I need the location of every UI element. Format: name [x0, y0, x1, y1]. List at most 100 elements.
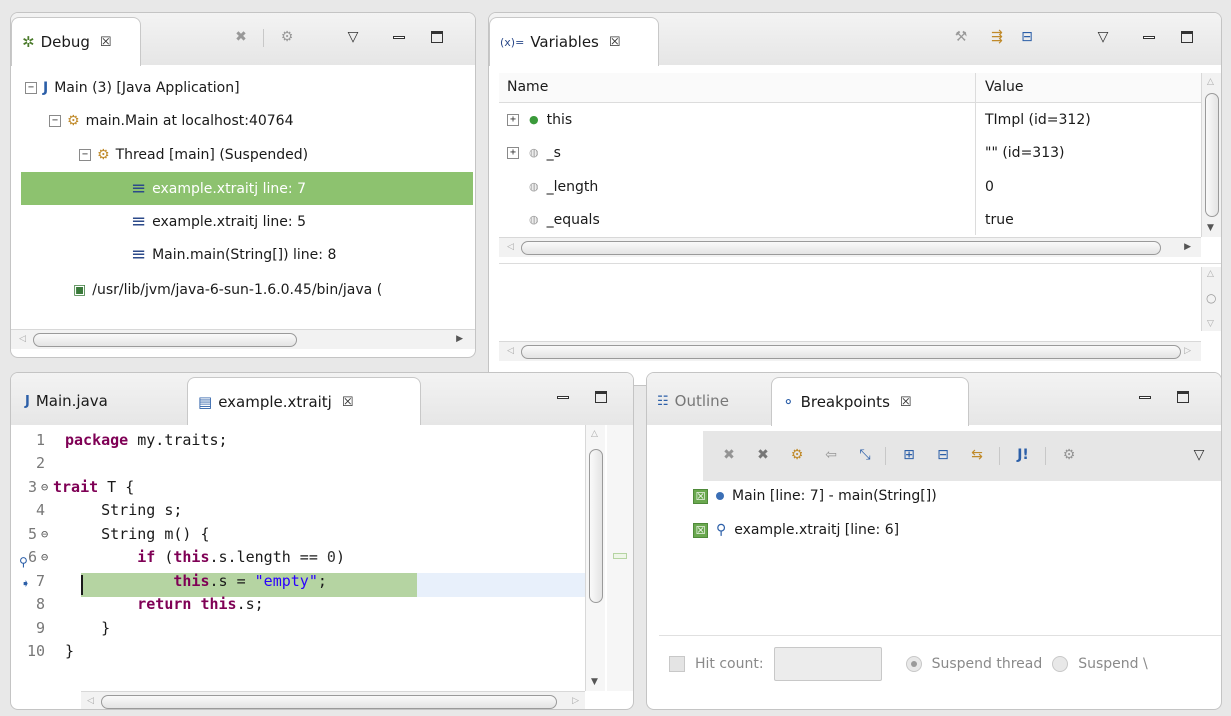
fold-marker[interactable]: ⊖ — [41, 480, 53, 494]
expand-toggle[interactable]: + — [507, 113, 519, 126]
overview-marker[interactable] — [613, 553, 627, 559]
tab-variables[interactable]: (x)= Variables ☒ — [489, 17, 659, 66]
maximize-button[interactable] — [425, 25, 449, 49]
code-line: 4 String s; — [11, 499, 182, 523]
collapse-all-icon[interactable]: ⊟ — [931, 443, 955, 467]
close-icon[interactable]: ☒ — [900, 395, 912, 410]
close-icon[interactable]: ☒ — [342, 395, 354, 410]
scroll-right-icon[interactable]: ▶ — [1184, 242, 1191, 252]
breakpoint-enabled-checkbox[interactable]: ☒ — [693, 488, 708, 504]
expand-toggle[interactable]: + — [507, 146, 519, 159]
tab-main-java[interactable]: J Main.java — [15, 377, 118, 425]
collapse-toggle[interactable]: − — [49, 114, 61, 127]
scroll-right-icon[interactable]: ▶ — [456, 334, 463, 344]
minimize-button[interactable] — [551, 385, 575, 409]
minimize-button[interactable] — [1137, 25, 1161, 49]
scroll-left-icon[interactable]: ◁ — [507, 346, 514, 356]
detail-horizontal-scrollbar[interactable]: ◁ ▷ — [499, 341, 1201, 361]
close-icon[interactable]: ☒ — [609, 35, 621, 50]
minimize-button[interactable] — [387, 25, 411, 49]
view-menu-icon[interactable]: ▽ — [1091, 25, 1115, 49]
remove-breakpoint-icon[interactable]: ✖ — [717, 443, 741, 467]
tree-item-process[interactable]: ▣ /usr/lib/jvm/java-6-sun-1.6.0.45/bin/j… — [73, 273, 382, 306]
show-supported-breakpoints-icon[interactable]: ⚙ — [785, 443, 809, 467]
scroll-thumb[interactable] — [1205, 93, 1219, 217]
expand-all-icon[interactable]: ⊞ — [897, 443, 921, 467]
remove-terminated-icon[interactable]: ✖ — [229, 25, 253, 49]
remove-all-breakpoints-icon[interactable]: ✖ — [751, 443, 775, 467]
column-header-value[interactable]: Value — [985, 79, 1023, 95]
breakpoint-item[interactable]: ☒ ⚲ example.xtraitj [line: 6] — [693, 515, 899, 545]
variable-row-s[interactable]: + ◍ _s — [507, 136, 561, 169]
scroll-thumb[interactable] — [33, 333, 297, 347]
link-with-debug-view-icon[interactable]: ⇆ — [965, 443, 989, 467]
variable-row-equals[interactable]: ◍ _equals — [529, 203, 600, 236]
show-logical-structure-icon[interactable]: ⇶ — [985, 25, 1009, 49]
variables-horizontal-scrollbar[interactable]: ◁ ▶ — [499, 237, 1201, 257]
editor-horizontal-scrollbar[interactable]: ◁ ▷ — [81, 691, 585, 709]
minimize-button[interactable] — [1133, 385, 1157, 409]
variables-vertical-scrollbar[interactable]: △ ▼ — [1201, 73, 1221, 237]
scroll-thumb[interactable] — [521, 241, 1161, 255]
tree-item-frame[interactable]: ≡ example.xtraitj line: 5 — [131, 205, 306, 238]
tree-item-frame[interactable]: ≡ Main.main(String[]) line: 8 — [131, 238, 336, 271]
scroll-up-icon[interactable]: △ — [1207, 77, 1214, 87]
overview-ruler[interactable] — [607, 425, 633, 691]
collapse-toggle[interactable]: − — [79, 148, 91, 161]
code-editor[interactable]: ⚲ ➧ 1 package my.traits; 2 3 ⊖ trait T { 4 … — [11, 425, 585, 691]
close-icon[interactable]: ☒ — [100, 35, 112, 50]
detail-pane[interactable] — [499, 263, 1221, 345]
breakpoint-item[interactable]: ☒ Main [line: 7] - main(String[]) — [693, 481, 937, 511]
scroll-left-icon[interactable]: ◁ — [87, 696, 94, 706]
tree-item-launch[interactable]: − J Main (3) [Java Application] — [25, 71, 240, 104]
detail-vertical-scrollbar[interactable]: △ ○ ▽ — [1201, 267, 1221, 331]
column-header-name[interactable]: Name — [507, 79, 548, 95]
scroll-thumb[interactable] — [101, 695, 557, 709]
add-java-exception-breakpoint-icon[interactable]: J! — [1011, 443, 1035, 467]
skip-all-breakpoints-icon[interactable]: ⤡ — [853, 443, 877, 467]
horizontal-scrollbar[interactable]: ◁ ▶ — [11, 329, 475, 349]
tab-outline[interactable]: ☷ Outline — [647, 377, 739, 425]
view-menu-icon[interactable]: ▽ — [1187, 443, 1211, 467]
scroll-down-icon[interactable]: ▼ — [591, 677, 598, 687]
collapse-all-icon[interactable]: ⊟ — [1015, 25, 1039, 49]
show-type-names-icon[interactable]: ⚒ — [949, 25, 973, 49]
disconnect-icon[interactable]: ⚙ — [275, 25, 299, 49]
suspend-thread-radio[interactable] — [905, 656, 922, 672]
hit-count-input[interactable] — [773, 647, 882, 681]
scroll-left-icon[interactable]: ◁ — [507, 242, 514, 252]
tree-item-thread[interactable]: − ⚙ Thread [main] (Suspended) — [79, 138, 308, 171]
maximize-button[interactable] — [589, 385, 613, 409]
variable-row-this[interactable]: + ● this — [507, 103, 572, 136]
hit-count-checkbox[interactable] — [669, 656, 685, 672]
suspend-vm-radio[interactable] — [1052, 656, 1069, 672]
breakpoint-enabled-checkbox[interactable]: ☒ — [693, 522, 708, 538]
editor-vertical-scrollbar[interactable]: △ ▼ — [585, 425, 605, 691]
scroll-left-icon[interactable]: ◁ — [19, 334, 26, 344]
scroll-up-icon[interactable]: △ — [1207, 269, 1214, 279]
variable-row-length[interactable]: ◍ _length — [529, 170, 598, 203]
tab-breakpoints[interactable]: ⚬ Breakpoints ☒ — [771, 377, 969, 426]
scroll-down-icon[interactable]: ▽ — [1207, 319, 1214, 329]
scroll-thumb[interactable]: ○ — [1206, 291, 1216, 305]
maximize-button[interactable] — [1175, 25, 1199, 49]
tab-debug[interactable]: ✲ Debug ☒ — [11, 17, 141, 66]
scroll-down-icon[interactable]: ▼ — [1207, 223, 1214, 233]
scroll-thumb[interactable] — [521, 345, 1181, 359]
scroll-right-icon[interactable]: ▷ — [1184, 346, 1191, 356]
fold-marker[interactable]: ⊖ — [41, 550, 65, 564]
column-divider[interactable] — [975, 73, 976, 235]
goto-file-icon[interactable]: ⇦ — [819, 443, 843, 467]
fold-marker[interactable]: ⊖ — [41, 527, 65, 541]
tree-item-target[interactable]: − ⚙ main.Main at localhost:40764 — [49, 104, 293, 137]
collapse-toggle[interactable]: − — [25, 81, 37, 94]
group-by-icon[interactable]: ⚙ — [1057, 443, 1081, 467]
scroll-thumb[interactable] — [589, 449, 603, 603]
tab-example-xtraitj[interactable]: ▤ example.xtraitj ☒ — [187, 377, 421, 426]
tree-item-frame[interactable]: ≡ example.xtraitj line: 7 — [131, 172, 306, 205]
scroll-right-icon[interactable]: ▷ — [572, 696, 579, 706]
maximize-button[interactable] — [1171, 385, 1195, 409]
scroll-up-icon[interactable]: △ — [591, 429, 598, 439]
view-menu-icon[interactable]: ▽ — [341, 25, 365, 49]
